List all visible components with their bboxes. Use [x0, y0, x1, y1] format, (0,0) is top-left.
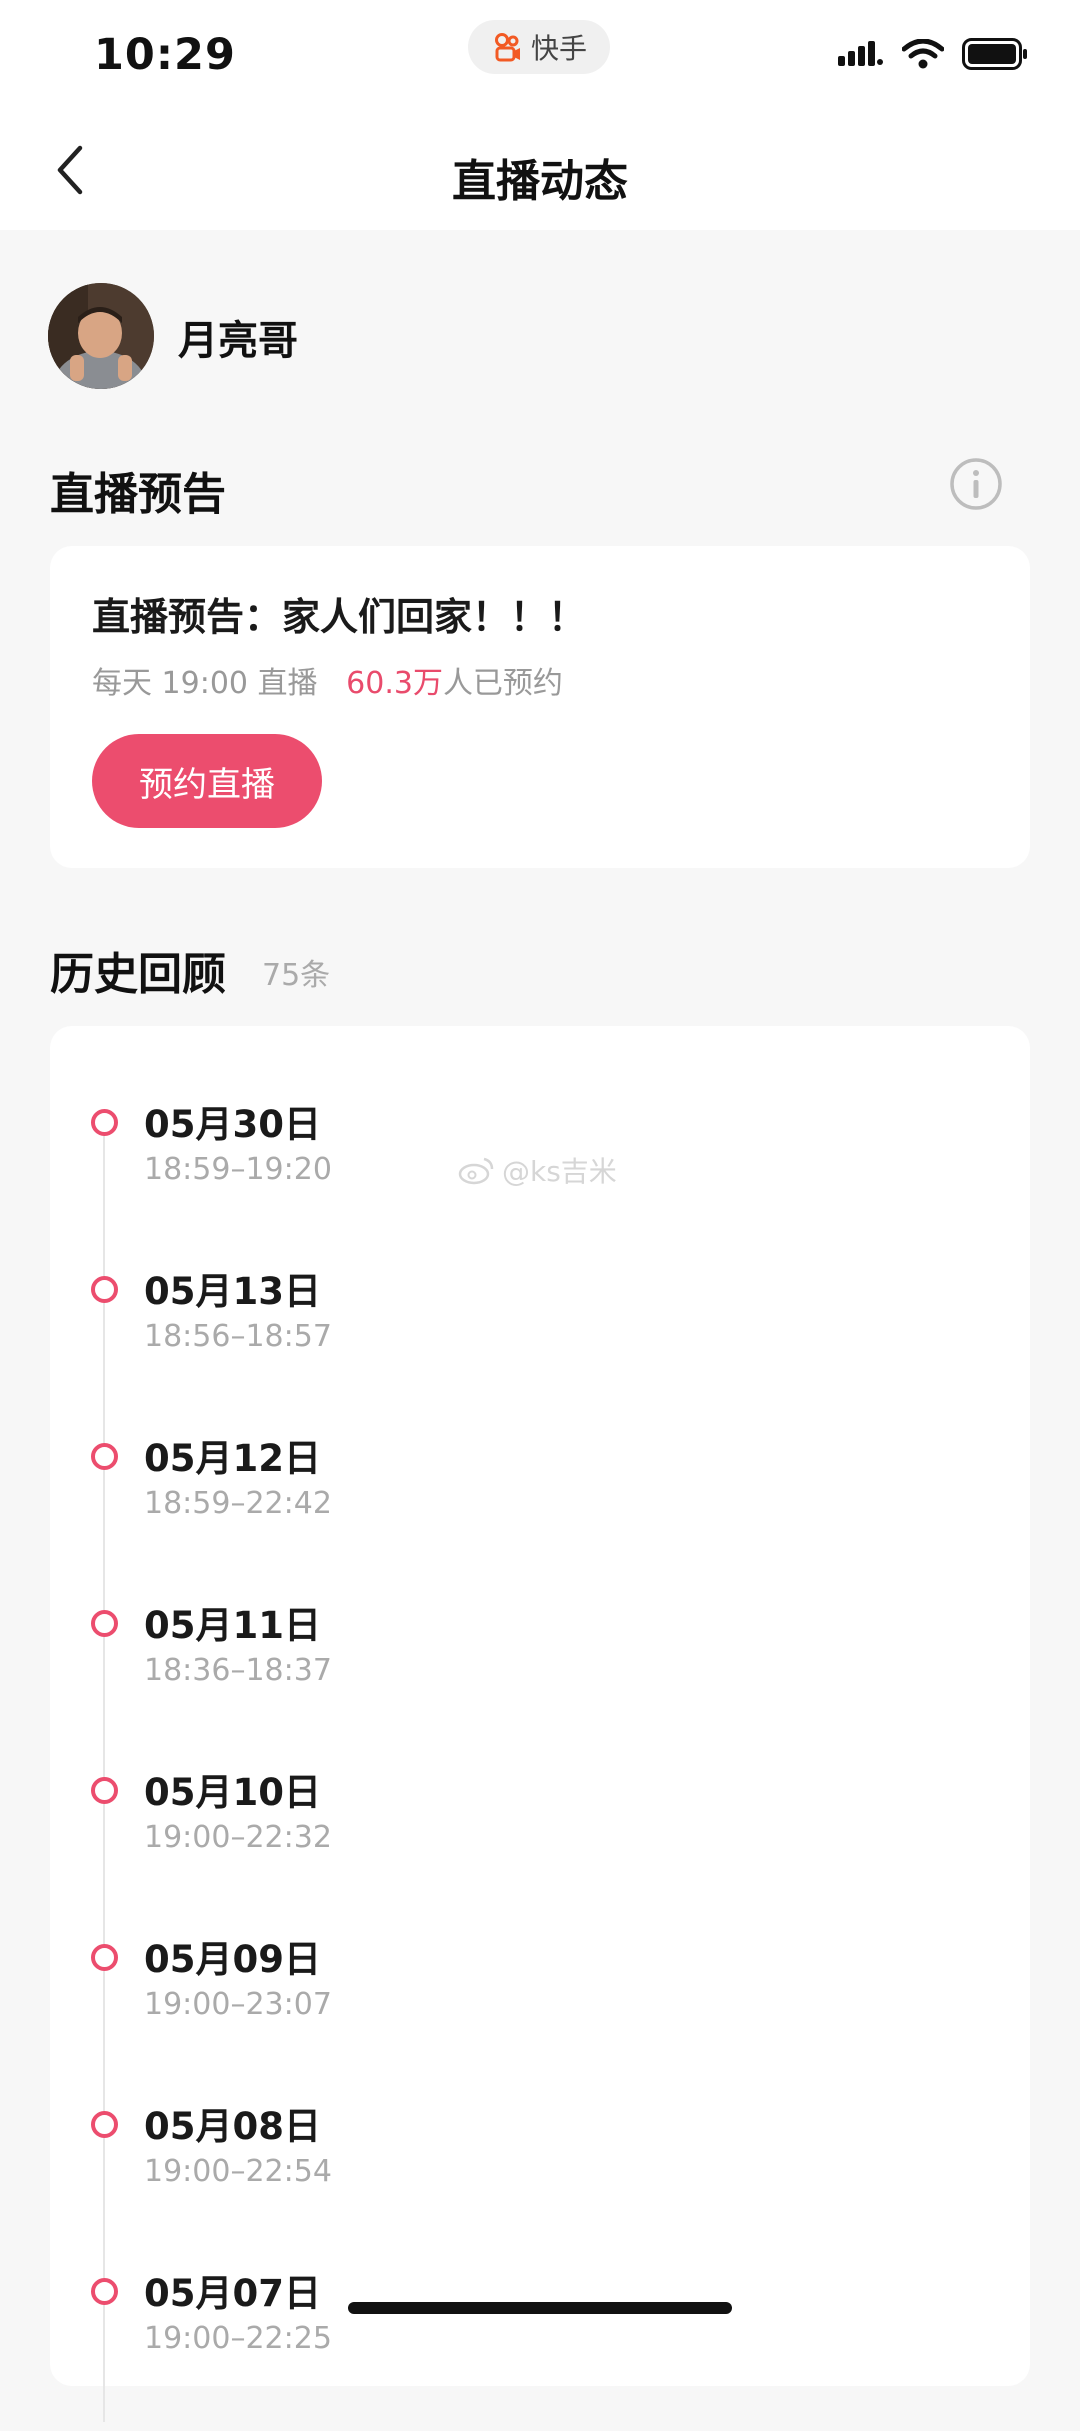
- avatar[interactable]: [48, 283, 154, 389]
- timeline-dot: [91, 1443, 118, 1470]
- timeline-date: 05月12日: [144, 1437, 321, 1480]
- battery-icon: [962, 38, 1027, 70]
- home-indicator[interactable]: [348, 2302, 732, 2314]
- profile-name[interactable]: 月亮哥: [178, 308, 298, 366]
- timeline-item[interactable]: 05月09日 19:00–23:07: [50, 1929, 1030, 2097]
- history-card: 05月30日 18:59–19:20 05月13日 18:56–18:57 05…: [50, 1026, 1030, 2422]
- timeline-date: 05月30日: [144, 1103, 321, 1146]
- timeline-date: 05月07日: [144, 2272, 321, 2315]
- page-title: 直播动态: [452, 156, 628, 207]
- timeline-dot: [91, 2278, 118, 2305]
- avatar-image: [48, 283, 154, 389]
- timeline-item[interactable]: 05月10日 19:00–22:32: [50, 1762, 1030, 1930]
- timeline-time: 18:59–22:42: [144, 1486, 332, 1521]
- history-heading: 历史回顾: [50, 949, 226, 1000]
- timeline-date: 05月09日: [144, 1938, 321, 1981]
- notice-meta: 每天 19:00 直播 60.3万人已预约: [92, 658, 563, 702]
- timeline-dot: [91, 1610, 118, 1637]
- timeline-time: 18:56–18:57: [144, 1319, 332, 1354]
- timeline-date: 05月11日: [144, 1604, 321, 1647]
- timeline-dot: [91, 1944, 118, 1971]
- timeline-date: 05月10日: [144, 1771, 321, 1814]
- kuaishou-logo-icon: [494, 33, 520, 62]
- timeline-dot: [91, 1276, 118, 1303]
- timeline-item[interactable]: 05月07日 19:00–22:25: [50, 2263, 1030, 2431]
- live-notice-card: 直播预告：家人们回家！！！ 每天 19:00 直播 60.3万人已预约 预约直播: [50, 546, 1030, 868]
- status-icons: [838, 38, 1028, 70]
- timeline-item[interactable]: 05月11日 18:36–18:37: [50, 1595, 1030, 1763]
- timeline-time: 19:00–22:54: [144, 2154, 332, 2189]
- timeline-date: 05月08日: [144, 2105, 321, 2148]
- timeline-item[interactable]: 05月08日 19:00–22:54: [50, 2096, 1030, 2264]
- app-name: 快手: [530, 32, 587, 65]
- history-count: 75条: [262, 958, 331, 993]
- reserve-live-button[interactable]: 预约直播: [92, 734, 322, 828]
- weibo-icon: [458, 1157, 494, 1185]
- notice-schedule: 每天 19:00 直播: [92, 666, 318, 701]
- watermark-text: @ks吉米: [502, 1155, 617, 1188]
- status-time: 10:29: [94, 30, 236, 80]
- wifi-icon: [902, 39, 944, 69]
- live-notice-heading: 直播预告: [50, 469, 226, 520]
- timeline-item[interactable]: 05月13日 18:56–18:57: [50, 1261, 1030, 1429]
- app-indicator-pill[interactable]: 快手: [468, 20, 610, 74]
- timeline-time: 19:00–22:25: [144, 2321, 332, 2356]
- timeline-time: 19:00–23:07: [144, 1987, 332, 2022]
- watermark: @ks吉米: [458, 1150, 617, 1190]
- timeline-dot: [91, 1777, 118, 1804]
- timeline-dot: [91, 2111, 118, 2138]
- timeline-date: 05月13日: [144, 1270, 321, 1313]
- timeline-time: 19:00–22:32: [144, 1820, 332, 1855]
- signal-icon: [838, 41, 883, 66]
- reserve-count: 60.3万: [346, 666, 443, 701]
- reserve-suffix: 人已预约: [442, 666, 563, 701]
- top-bar: 10:29 快手 直播动态: [0, 0, 1080, 230]
- timeline-time: 18:59–19:20: [144, 1152, 332, 1187]
- timeline-item[interactable]: 05月12日 18:59–22:42: [50, 1428, 1030, 1596]
- timeline-time: 18:36–18:37: [144, 1653, 332, 1688]
- timeline-dot: [91, 1109, 118, 1136]
- notice-title: 直播预告：家人们回家！！！: [92, 595, 587, 639]
- info-icon[interactable]: [948, 456, 1004, 512]
